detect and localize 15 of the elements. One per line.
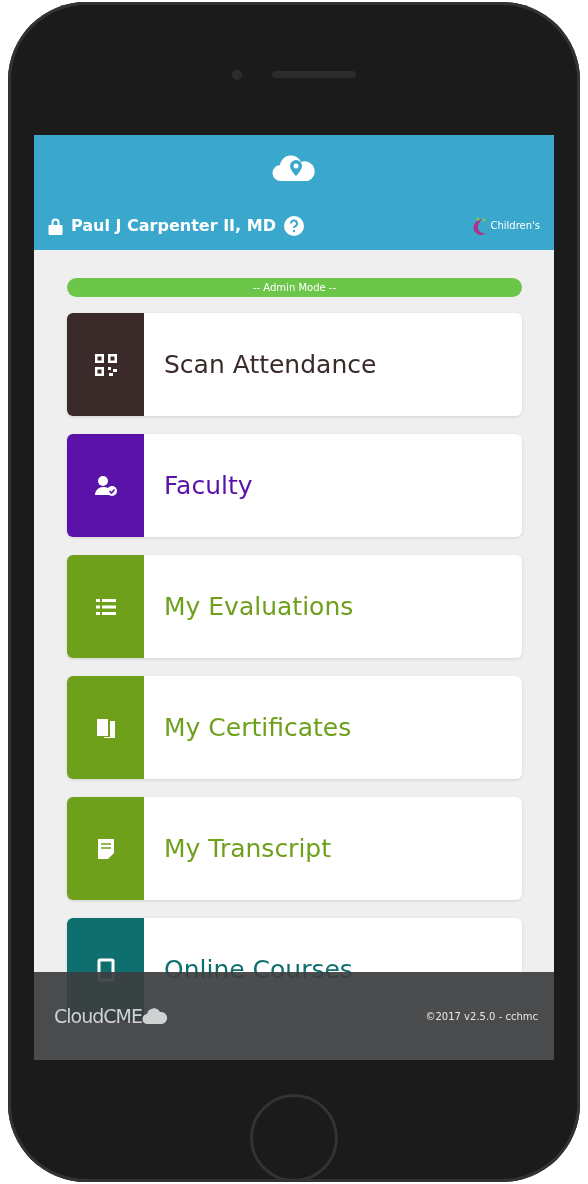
user-check-icon: [93, 474, 118, 497]
list-icon: [95, 597, 116, 616]
user-name: Paul J Carpenter II, MD: [71, 216, 276, 235]
lock-icon: [48, 216, 63, 235]
document-icon: [96, 837, 115, 860]
logo-text: Children's: [490, 220, 540, 231]
qr-code-icon: [93, 352, 118, 377]
help-icon[interactable]: [283, 215, 304, 236]
menu-card[interactable]: Faculty: [67, 434, 522, 537]
admin-mode-banner: -- Admin Mode --: [67, 278, 522, 297]
documents-icon: [94, 716, 117, 739]
cloud-icon: [141, 1008, 168, 1024]
cloud-pin-icon: [271, 154, 317, 182]
menu-card[interactable]: Scan Attendance: [67, 313, 522, 416]
home-button[interactable]: [250, 1094, 338, 1182]
